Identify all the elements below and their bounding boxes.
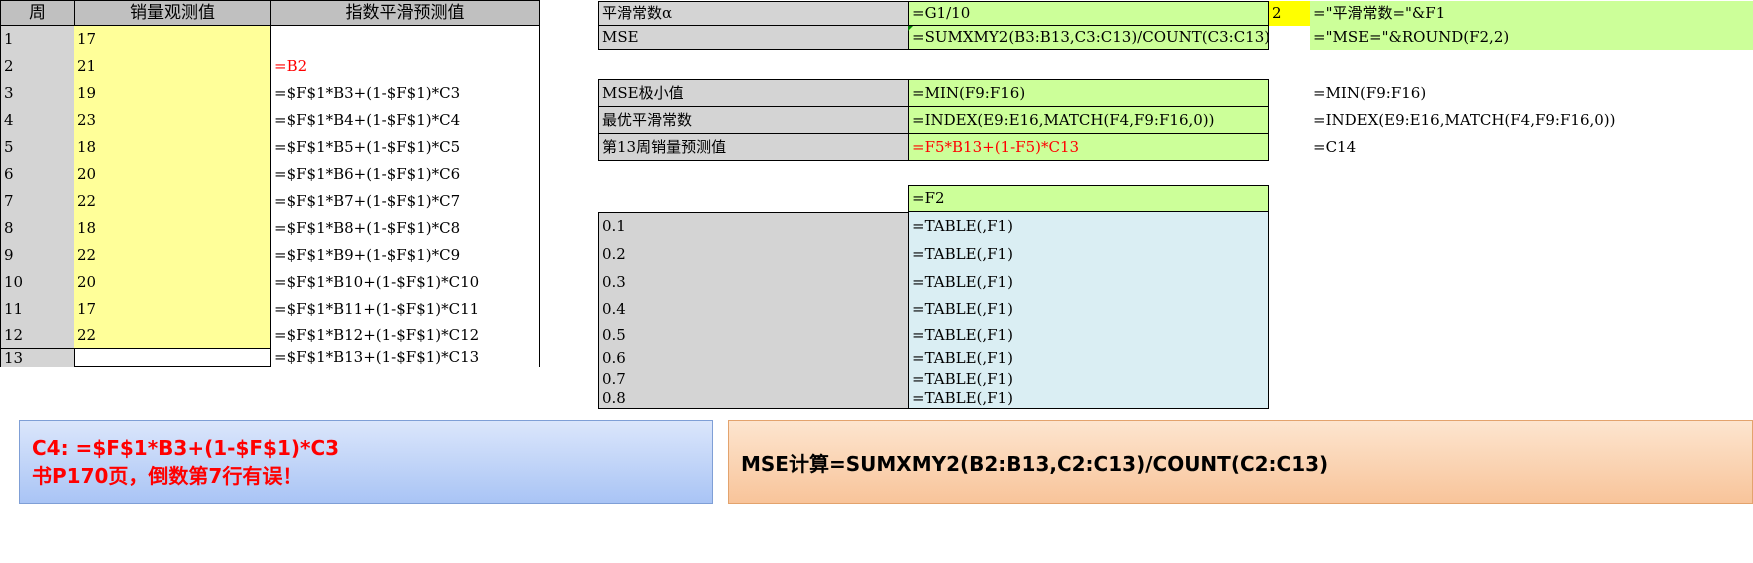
week-cell[interactable]: 13 [0, 348, 75, 367]
c4-formula-text: C4: =$F$1*B3+(1-$F$1)*C3 [32, 436, 340, 460]
alpha-option-cell[interactable]: 0.5 [598, 322, 909, 348]
forecast-cell[interactable]: =$F$1*B3+(1-$F$1)*C3 [271, 80, 539, 107]
table-formula-cell[interactable]: =TABLE(,F1) [908, 389, 1269, 409]
observed-cell[interactable]: 17 [74, 26, 271, 53]
mse-formula-cell[interactable]: =SUMXMY2(B3:B13,C3:C13)/COUNT(C3:C13) [908, 25, 1269, 50]
result-label-cell[interactable]: MSE极小值 [598, 79, 909, 107]
mse-label-cell[interactable]: MSE [598, 25, 909, 50]
mse-text-cell[interactable]: ="MSE="&ROUND(F2,2) [1310, 25, 1753, 50]
forecast-cell[interactable]: =$F$1*B4+(1-$F$1)*C4 [271, 107, 539, 134]
result-label-cell[interactable]: 第13周销量预测值 [598, 133, 909, 161]
alpha-option-cell[interactable]: 0.7 [598, 369, 909, 389]
alpha-option-cell[interactable]: 0.3 [598, 268, 909, 296]
week-cell[interactable]: 4 [0, 107, 75, 134]
observed-cell[interactable]: 18 [74, 215, 271, 242]
observed-cell[interactable]: 19 [74, 80, 271, 107]
observed-cell[interactable]: 22 [74, 322, 271, 348]
alpha-option-cell[interactable]: 0.4 [598, 296, 909, 322]
week-cell[interactable]: 3 [0, 80, 75, 107]
table-head-formula-cell[interactable]: =F2 [908, 185, 1269, 212]
forecast-cell[interactable]: =$F$1*B9+(1-$F$1)*C9 [271, 242, 539, 269]
observed-cell[interactable] [74, 348, 271, 367]
week-cell[interactable]: 1 [0, 26, 75, 53]
forecast-cell[interactable]: =$F$1*B8+(1-$F$1)*C8 [271, 215, 539, 242]
error-indicator-icon [908, 26, 913, 31]
week-cell[interactable]: 10 [0, 269, 75, 296]
week-cell[interactable]: 2 [0, 53, 75, 80]
errata-text: 书P170页，倒数第7行有误！ [32, 464, 303, 488]
forecast-cell[interactable]: =$F$1*B5+(1-$F$1)*C5 [271, 134, 539, 161]
observed-cell[interactable]: 18 [74, 134, 271, 161]
observed-cell[interactable]: 20 [74, 269, 271, 296]
result-label-cell[interactable]: 最优平滑常数 [598, 106, 909, 134]
observed-cell[interactable]: 22 [74, 242, 271, 269]
result-note-cell[interactable]: =INDEX(E9:E16,MATCH(F4,F9:F16,0)) [1310, 106, 1753, 134]
header-week[interactable]: 周 [0, 0, 75, 26]
result-formula-cell[interactable]: =F5*B13+(1-F5)*C13 [908, 133, 1269, 161]
forecast-cell[interactable]: =$F$1*B11+(1-$F$1)*C11 [271, 296, 539, 322]
table-formula-cell[interactable]: =TABLE(,F1) [908, 212, 1269, 240]
result-formula-cell[interactable]: =MIN(F9:F16) [908, 79, 1269, 107]
alpha-option-cell[interactable]: 0.6 [598, 348, 909, 369]
forecast-cell[interactable]: =$F$1*B7+(1-$F$1)*C7 [271, 188, 539, 215]
forecast-cell[interactable]: =$F$1*B13+(1-$F$1)*C13 [271, 348, 539, 367]
table-formula-cell[interactable]: =TABLE(,F1) [908, 369, 1269, 389]
observed-cell[interactable]: 20 [74, 161, 271, 188]
observed-cell[interactable]: 21 [74, 53, 271, 80]
table-formula-cell[interactable]: =TABLE(,F1) [908, 322, 1269, 348]
column-divider [539, 26, 540, 367]
errata-note-box: C4: =$F$1*B3+(1-$F$1)*C3 书P170页，倒数第7行有误！ [19, 420, 713, 504]
table-formula-cell[interactable]: =TABLE(,F1) [908, 268, 1269, 296]
alpha-option-cell[interactable]: 0.1 [598, 212, 909, 240]
alpha-text-cell[interactable]: ="平滑常数="&F1 [1310, 1, 1753, 26]
mse-note-box: MSE计算=SUMXMY2(B2:B13,C2:C13)/COUNT(C2:C1… [728, 420, 1753, 504]
observed-cell[interactable]: 17 [74, 296, 271, 322]
table-formula-cell[interactable]: =TABLE(,F1) [908, 348, 1269, 369]
week-cell[interactable]: 12 [0, 322, 75, 348]
result-note-cell[interactable]: =C14 [1310, 133, 1753, 161]
table-formula-cell[interactable]: =TABLE(,F1) [908, 296, 1269, 322]
forecast-cell[interactable]: =$F$1*B6+(1-$F$1)*C6 [271, 161, 539, 188]
week-cell[interactable]: 9 [0, 242, 75, 269]
forecast-cell[interactable]: =$F$1*B10+(1-$F$1)*C10 [271, 269, 539, 296]
observed-cell[interactable]: 23 [74, 107, 271, 134]
observed-cell[interactable]: 22 [74, 188, 271, 215]
header-forecast[interactable]: 指数平滑预测值 [270, 0, 540, 26]
table-formula-cell[interactable]: =TABLE(,F1) [908, 240, 1269, 268]
spinner-value-cell[interactable]: 2 [1269, 1, 1310, 26]
week-cell[interactable]: 11 [0, 296, 75, 322]
alpha-label-cell[interactable]: 平滑常数α [598, 1, 909, 26]
week-cell[interactable]: 8 [0, 215, 75, 242]
mse-note-text: MSE计算=SUMXMY2(B2:B13,C2:C13)/COUNT(C2:C1… [741, 451, 1329, 476]
alpha-option-cell[interactable]: 0.8 [598, 389, 909, 409]
result-formula-cell[interactable]: =INDEX(E9:E16,MATCH(F4,F9:F16,0)) [908, 106, 1269, 134]
header-observed[interactable]: 销量观测值 [74, 0, 271, 26]
week-cell[interactable]: 6 [0, 161, 75, 188]
result-note-cell[interactable]: =MIN(F9:F16) [1310, 79, 1753, 107]
forecast-cell[interactable]: =B2 [271, 53, 539, 80]
forecast-cell[interactable]: =$F$1*B12+(1-$F$1)*C12 [271, 322, 539, 348]
alpha-formula-cell[interactable]: =G1/10 [908, 1, 1269, 26]
alpha-option-cell[interactable]: 0.2 [598, 240, 909, 268]
forecast-cell[interactable] [271, 26, 539, 53]
week-cell[interactable]: 5 [0, 134, 75, 161]
week-cell[interactable]: 7 [0, 188, 75, 215]
